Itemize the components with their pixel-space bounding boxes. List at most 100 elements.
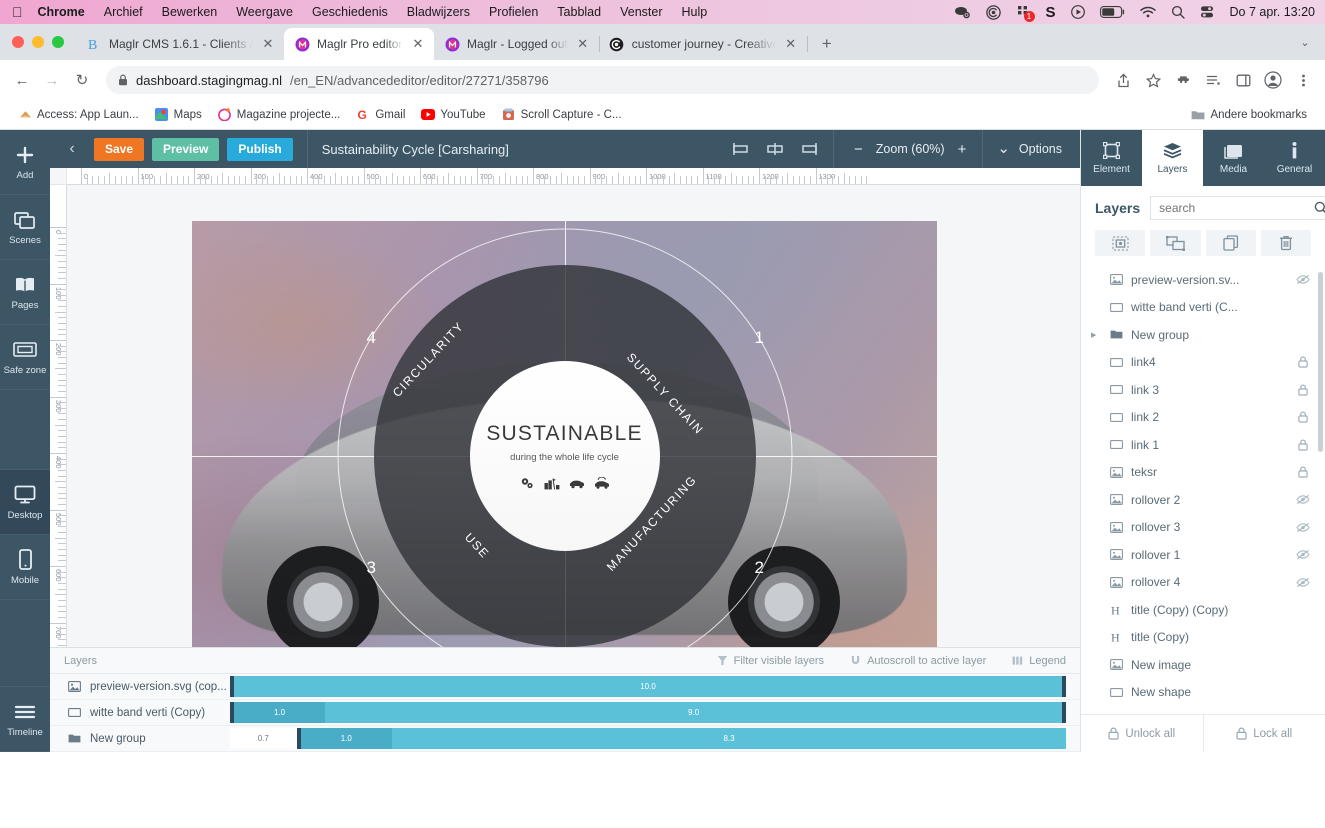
sidebar-item-scenes[interactable]: Scenes: [0, 195, 50, 260]
browser-tab-2[interactable]: Maglr Pro editor ✕: [284, 28, 434, 60]
unlock-all-button[interactable]: Unlock all: [1081, 715, 1203, 752]
timeline-track[interactable]: 0.7 1.0 8.3: [230, 728, 1066, 749]
profile-avatar-icon[interactable]: [1259, 66, 1287, 94]
menu-item-bewerken[interactable]: Bewerken: [162, 5, 218, 19]
layers-search-box[interactable]: [1150, 196, 1325, 220]
apple-icon[interactable]: : [12, 5, 23, 19]
vertical-ruler[interactable]: 0100200300400500600700800: [50, 185, 67, 647]
zoom-in-button[interactable]: +: [958, 141, 967, 158]
layer-row[interactable]: ▶ New group: [1081, 321, 1325, 349]
spotify-icon[interactable]: S: [1046, 4, 1056, 21]
lock-icon[interactable]: [1295, 466, 1311, 478]
bookmark-access-app-launcher[interactable]: Access: App Laun...: [10, 108, 147, 122]
layer-row[interactable]: rollover 4: [1081, 569, 1325, 597]
layer-row[interactable]: ▶New group (Copy): [1081, 706, 1325, 714]
timeline-segment[interactable]: 8.3: [392, 728, 1066, 749]
browser-tab-4[interactable]: customer journey - Creative Gu ✕: [599, 28, 808, 60]
sidebar-item-mobile[interactable]: Mobile: [0, 535, 50, 600]
bookmark-youtube[interactable]: YouTube: [413, 108, 493, 122]
menu-item-tabblad[interactable]: Tabblad: [557, 5, 601, 19]
timeline-segment[interactable]: 1.0: [300, 728, 393, 749]
menu-item-venster[interactable]: Venster: [620, 5, 662, 19]
reload-button[interactable]: ↻: [68, 66, 96, 94]
search-icon[interactable]: [1171, 5, 1185, 19]
legend-button[interactable]: Legend: [1012, 655, 1066, 667]
maximize-window-button[interactable]: [52, 36, 64, 48]
bookmark-magazine-projecten[interactable]: Magazine projecte...: [210, 108, 349, 122]
menu-item-hulp[interactable]: Hulp: [681, 5, 707, 19]
tab-media[interactable]: Media: [1203, 130, 1264, 186]
timeline-segment[interactable]: 1.0: [234, 702, 326, 723]
browser-tab-3[interactable]: Maglr - Logged out ✕: [434, 28, 600, 60]
dropbox-icon[interactable]: [954, 6, 971, 19]
align-right-icon[interactable]: [791, 141, 823, 157]
tab-general[interactable]: General: [1264, 130, 1325, 186]
lock-icon[interactable]: [1295, 439, 1311, 451]
zoom-out-button[interactable]: −: [854, 141, 863, 158]
other-bookmarks-folder[interactable]: Andere bookmarks: [1183, 108, 1315, 122]
menu-item-profielen[interactable]: Profielen: [489, 5, 538, 19]
align-center-icon[interactable]: [759, 141, 791, 157]
search-input[interactable]: [1159, 201, 1315, 215]
timeline-segment[interactable]: 10.0: [234, 676, 1062, 697]
timeline-row-name-cell[interactable]: preview-version.svg (cop...: [50, 681, 230, 693]
timeline-row[interactable]: preview-version.svg (cop... 10.0: [50, 674, 1080, 700]
minimize-window-button[interactable]: [32, 36, 44, 48]
layer-row[interactable]: link 1: [1081, 431, 1325, 459]
menu-item-bladwijzers[interactable]: Bladwijzers: [407, 5, 470, 19]
layer-row[interactable]: New shape: [1081, 679, 1325, 707]
control-center-icon[interactable]: [1200, 5, 1214, 19]
autoscroll-button[interactable]: Autoscroll to active layer: [850, 655, 986, 667]
timeline-segment[interactable]: 9.0: [325, 702, 1062, 723]
save-button[interactable]: Save: [94, 137, 145, 161]
side-panel-icon[interactable]: [1229, 66, 1257, 94]
hidden-eye-icon[interactable]: [1295, 549, 1311, 560]
trash-icon[interactable]: [1260, 230, 1311, 256]
wifi-icon[interactable]: [1139, 6, 1156, 18]
extensions-puzzle-icon[interactable]: [1169, 66, 1197, 94]
preview-button[interactable]: Preview: [152, 137, 220, 161]
chevron-left-icon[interactable]: ‹: [50, 140, 94, 158]
new-tab-button[interactable]: +: [813, 30, 841, 58]
timeline-handle-right[interactable]: [1062, 702, 1066, 723]
select-frame-icon[interactable]: [1095, 230, 1146, 256]
lock-icon[interactable]: [1295, 356, 1311, 368]
tab-close-icon[interactable]: ✕: [783, 36, 799, 52]
layers-scrollbar-thumb[interactable]: [1318, 272, 1323, 452]
share-icon[interactable]: [1109, 66, 1137, 94]
layer-row[interactable]: rollover 1: [1081, 541, 1325, 569]
close-window-button[interactable]: [12, 36, 24, 48]
artwork-canvas[interactable]: 1 2 3 4 SUPPLY CHAIN MANUFACTURING USE C…: [192, 221, 937, 647]
timeline-row-name-cell[interactable]: New group: [50, 733, 230, 745]
reading-list-icon[interactable]: [1199, 66, 1227, 94]
notification-badge-icon[interactable]: 1: [1016, 5, 1035, 22]
lock-icon[interactable]: [1295, 384, 1311, 396]
chrome-menu-icon[interactable]: [1289, 66, 1317, 94]
menu-item-archief[interactable]: Archief: [104, 5, 143, 19]
hidden-eye-icon[interactable]: [1295, 494, 1311, 505]
layer-row[interactable]: teksr: [1081, 459, 1325, 487]
bookmark-gmail[interactable]: G Gmail: [348, 108, 413, 122]
battery-icon[interactable]: [1099, 6, 1125, 18]
lock-icon[interactable]: [1295, 411, 1311, 423]
bookmark-scroll-capture[interactable]: Scroll Capture - C...: [494, 108, 630, 122]
browser-tab-1[interactable]: B Maglr CMS 1.6.1 - Clients / clie ✕: [76, 28, 284, 60]
tab-close-icon[interactable]: ✕: [575, 36, 591, 52]
sidebar-item-desktop[interactable]: Desktop: [0, 470, 50, 535]
menu-item-chrome[interactable]: Chrome: [38, 5, 85, 19]
search-icon[interactable]: [1314, 201, 1325, 215]
layers-list[interactable]: preview-version.sv... witte band verti (C…: [1081, 266, 1325, 714]
timeline-segment[interactable]: 0.7: [230, 728, 297, 749]
layer-row[interactable]: Htitle (Copy) (Copy): [1081, 596, 1325, 624]
layer-row[interactable]: link 2: [1081, 404, 1325, 432]
timeline-track[interactable]: 10.0: [230, 676, 1066, 697]
align-left-icon[interactable]: [727, 141, 759, 157]
group-icon[interactable]: [1150, 230, 1201, 256]
tab-search-chevron-down-icon[interactable]: ⌄: [1291, 24, 1319, 60]
creative-cloud-icon[interactable]: [985, 4, 1001, 20]
timeline-row[interactable]: witte band verti (Copy) 1.0 9.0: [50, 700, 1080, 726]
timeline-row[interactable]: New group 0.7 1.0 8.3: [50, 726, 1080, 752]
duplicate-icon[interactable]: [1205, 230, 1256, 256]
hidden-eye-icon[interactable]: [1295, 577, 1311, 588]
bookmark-star-icon[interactable]: [1139, 66, 1167, 94]
